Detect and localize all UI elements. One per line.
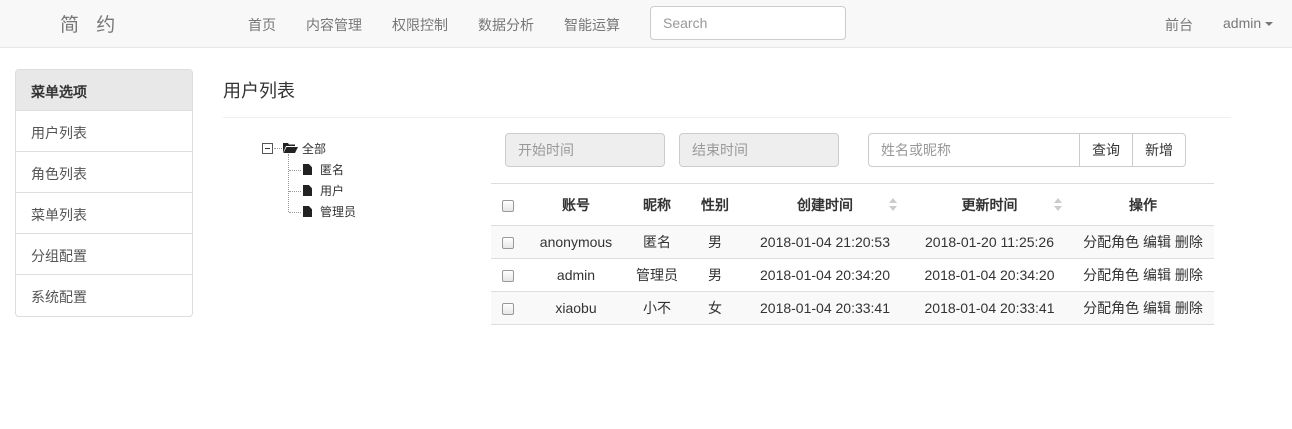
nav-item-computing[interactable]: 智能运算 (564, 15, 620, 35)
file-icon (303, 164, 312, 175)
end-time-input[interactable] (679, 133, 839, 167)
table-row: anonymous 匿名 男 2018-01-04 21:20:53 2018-… (491, 225, 1214, 259)
cell-updated: 2018-01-04 20:34:20 (924, 267, 1055, 283)
edit-link[interactable]: 编辑 (1143, 267, 1171, 283)
row-select-cell (491, 259, 525, 292)
row-checkbox[interactable] (502, 270, 514, 283)
tree-node-admin[interactable]: 管理员 (320, 203, 356, 220)
cell-actions: 分配角色 编辑 删除 (1072, 226, 1214, 259)
search-input[interactable] (650, 6, 846, 40)
delete-link[interactable]: 删除 (1175, 267, 1203, 283)
cell-gender: 男 (708, 267, 722, 283)
cell-nickname: 管理员 (636, 267, 678, 283)
table-row: xiaobu 小不 女 2018-01-04 20:33:41 2018-01-… (491, 291, 1214, 325)
cell-updated: 2018-01-04 20:33:41 (924, 300, 1055, 316)
select-all-cell (491, 183, 525, 226)
col-header-updated-label: 更新时间 (961, 196, 1018, 213)
cell-account: xiaobu (555, 300, 597, 316)
col-header-actions: 操作 (1072, 183, 1214, 226)
name-search-input[interactable] (868, 133, 1080, 167)
nav-item-content[interactable]: 内容管理 (306, 15, 362, 35)
sidebar-menu: 菜单选项 用户列表 角色列表 菜单列表 分组配置 系统配置 (15, 69, 193, 317)
caret-down-icon (1265, 22, 1274, 27)
tree-node-anonymous[interactable]: 匿名 (320, 161, 344, 178)
edit-link[interactable]: 编辑 (1143, 300, 1171, 316)
row-select-cell (491, 226, 525, 259)
sort-icon (1054, 198, 1062, 212)
delete-link[interactable]: 删除 (1175, 234, 1203, 250)
page-title: 用户列表 (223, 81, 295, 101)
select-all-checkbox[interactable] (502, 199, 514, 212)
start-time-input[interactable] (505, 133, 665, 167)
brand-logo[interactable]: 简 约 (60, 10, 121, 37)
nav-item-analytics[interactable]: 数据分析 (478, 15, 534, 35)
tree-node-user[interactable]: 用户 (320, 182, 344, 199)
cell-actions: 分配角色 编辑 删除 (1072, 259, 1214, 292)
col-header-updated[interactable]: 更新时间 (907, 183, 1072, 226)
user-menu[interactable]: admin (1223, 15, 1274, 31)
col-header-created-label: 创建时间 (797, 196, 853, 213)
sidebar-item-user-list[interactable]: 用户列表 (16, 111, 192, 152)
cell-nickname: 匿名 (643, 234, 671, 250)
title-divider (223, 117, 1231, 118)
file-icon (303, 185, 312, 196)
row-select-cell (491, 292, 525, 325)
sidebar-item-system-config[interactable]: 系统配置 (16, 275, 192, 316)
tree-connector (289, 170, 301, 171)
col-header-created[interactable]: 创建时间 (743, 183, 907, 226)
edit-link[interactable]: 编辑 (1143, 234, 1171, 250)
tree-node-root[interactable]: 全部 (302, 140, 326, 157)
col-header-gender: 性别 (687, 183, 743, 226)
top-navbar: 简 约 首页 内容管理 权限控制 数据分析 智能运算 前台 admin (0, 0, 1292, 48)
col-header-nickname: 昵称 (627, 183, 687, 226)
cell-gender: 男 (708, 234, 722, 250)
cell-account: admin (556, 267, 596, 283)
sidebar-heading: 菜单选项 (16, 70, 192, 111)
row-checkbox[interactable] (502, 303, 514, 316)
tree-connector (274, 148, 282, 149)
tree-connector (289, 212, 301, 213)
tree-connector (289, 191, 301, 192)
collapse-toggle-icon[interactable] (262, 143, 273, 154)
table-row: admin 管理员 男 2018-01-04 20:34:20 2018-01-… (491, 259, 1214, 292)
sort-icon (889, 198, 897, 212)
file-icon (303, 206, 312, 217)
delete-link[interactable]: 删除 (1175, 300, 1203, 316)
cell-created: 2018-01-04 21:20:53 (760, 234, 890, 250)
col-header-account: 账号 (525, 183, 627, 226)
assign-role-link[interactable]: 分配角色 (1083, 300, 1139, 316)
nav-item-home[interactable]: 首页 (248, 15, 276, 35)
nav-frontend-link[interactable]: 前台 (1165, 15, 1193, 35)
user-menu-label: admin (1223, 15, 1262, 31)
table-header-row: 账号 昵称 性别 创建时间 更新时间 操作 (491, 183, 1214, 226)
cell-account: anonymous (539, 234, 613, 250)
folder-open-icon (283, 143, 298, 153)
cell-nickname: 小不 (643, 300, 671, 316)
sidebar-item-group-config[interactable]: 分组配置 (16, 234, 192, 275)
nav-item-permission[interactable]: 权限控制 (392, 15, 448, 35)
cell-gender: 女 (708, 300, 722, 316)
query-button[interactable]: 查询 (1079, 133, 1133, 167)
cell-actions: 分配角色 编辑 删除 (1072, 292, 1214, 325)
assign-role-link[interactable]: 分配角色 (1083, 234, 1139, 250)
row-checkbox[interactable] (502, 237, 514, 250)
assign-role-link[interactable]: 分配角色 (1083, 267, 1139, 283)
cell-updated: 2018-01-20 11:25:26 (925, 234, 1054, 250)
add-button[interactable]: 新增 (1132, 133, 1186, 167)
cell-created: 2018-01-04 20:34:20 (760, 267, 890, 283)
user-table: 账号 昵称 性别 创建时间 更新时间 操作 anonymous 匿名 男 201… (491, 183, 1214, 325)
tree-connector (288, 154, 289, 212)
sidebar-item-menu-list[interactable]: 菜单列表 (16, 193, 192, 234)
sidebar-item-role-list[interactable]: 角色列表 (16, 152, 192, 193)
cell-created: 2018-01-04 20:33:41 (760, 300, 890, 316)
